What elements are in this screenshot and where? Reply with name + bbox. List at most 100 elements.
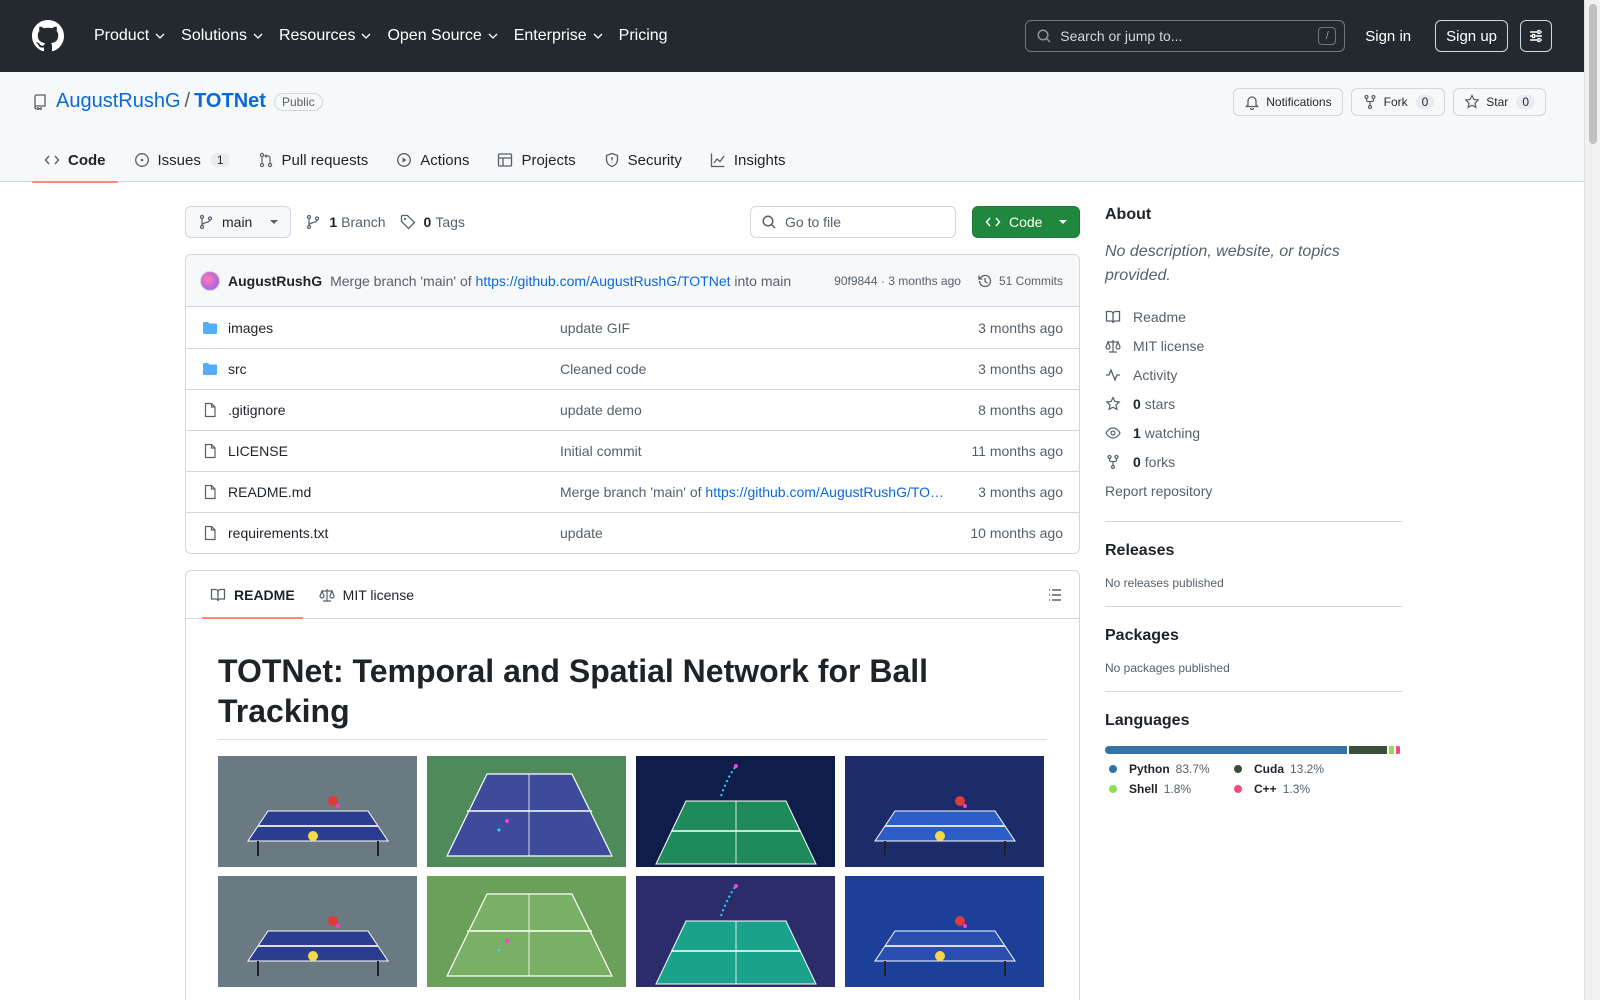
avatar[interactable] bbox=[200, 270, 220, 291]
file-commit-message[interactable]: Merge branch 'main' of bbox=[560, 484, 702, 500]
commits-history-link[interactable]: 51 Commits bbox=[977, 273, 1063, 289]
demo-gif-table-tennis[interactable] bbox=[845, 756, 1044, 867]
commit-message-link[interactable]: https://github.com/AugustRushG/TOTNet bbox=[476, 273, 731, 289]
about-item-forks[interactable]: 0 forks bbox=[1105, 447, 1402, 476]
repo-name-link[interactable]: TOTNet bbox=[194, 90, 266, 113]
about-item-stars[interactable]: 0 stars bbox=[1105, 389, 1402, 418]
language-name: C++ bbox=[1254, 782, 1277, 796]
demo-gif-badminton[interactable] bbox=[636, 876, 835, 987]
language-item[interactable]: Python 83.7% bbox=[1105, 762, 1230, 776]
file-commit-message[interactable]: Cleaned code bbox=[560, 361, 646, 377]
file-icon bbox=[204, 402, 216, 418]
github-logo-icon[interactable] bbox=[32, 20, 64, 52]
tab-issues[interactable]: Issues 1 bbox=[122, 138, 242, 182]
list-outline-icon[interactable] bbox=[1047, 587, 1063, 603]
tab-readme[interactable]: README bbox=[202, 571, 303, 619]
nav-pricing[interactable]: Pricing bbox=[611, 20, 676, 52]
scrollbar-thumb[interactable] bbox=[1589, 4, 1597, 144]
file-name-link[interactable]: .gitignore bbox=[228, 402, 560, 418]
tab-insights[interactable]: Insights bbox=[698, 138, 798, 182]
file-row[interactable]: images update GIF 3 months ago bbox=[186, 307, 1079, 348]
file-row[interactable]: .gitignore update demo 8 months ago bbox=[186, 389, 1079, 430]
nav-resources[interactable]: Resources bbox=[271, 20, 379, 52]
file-row[interactable]: requirements.txt update 10 months ago bbox=[186, 512, 1079, 553]
packages-heading[interactable]: Packages bbox=[1105, 627, 1402, 645]
language-item[interactable]: Cuda 13.2% bbox=[1230, 762, 1355, 776]
file-row[interactable]: src Cleaned code 3 months ago bbox=[186, 348, 1079, 389]
repo-owner-link[interactable]: AugustRushG bbox=[56, 90, 181, 113]
tab-license[interactable]: MIT license bbox=[311, 571, 422, 618]
nav-product[interactable]: Product bbox=[86, 20, 173, 52]
code-download-button[interactable]: Code bbox=[972, 206, 1080, 238]
bell-icon bbox=[1245, 96, 1260, 110]
menu-button[interactable] bbox=[1520, 20, 1552, 52]
demo-gif-tennis[interactable] bbox=[427, 876, 626, 987]
demo-gif-badminton[interactable] bbox=[636, 756, 835, 867]
nav-enterprise[interactable]: Enterprise bbox=[506, 20, 611, 52]
global-search-input[interactable]: Search or jump to... / bbox=[1025, 20, 1346, 52]
about-item-readme[interactable]: Readme bbox=[1105, 302, 1402, 331]
sign-in-link[interactable]: Sign in bbox=[1365, 28, 1411, 45]
code-button-label: Code bbox=[1009, 214, 1043, 230]
file-commit-message[interactable]: update GIF bbox=[560, 320, 630, 336]
eye-icon bbox=[1105, 426, 1121, 439]
tab-label: Insights bbox=[733, 151, 786, 169]
sign-up-button[interactable]: Sign up bbox=[1435, 20, 1508, 52]
graph-icon bbox=[710, 153, 725, 168]
notifications-button[interactable]: Notifications bbox=[1233, 88, 1343, 116]
readme-title: TOTNet: Temporal and Spatial Network for… bbox=[218, 651, 1047, 740]
tab-projects[interactable]: Projects bbox=[485, 138, 587, 182]
commit-author-link[interactable]: AugustRushG bbox=[228, 273, 322, 289]
file-icon bbox=[204, 525, 216, 541]
language-item[interactable]: Shell 1.8% bbox=[1105, 782, 1230, 796]
demo-gif-table-tennis[interactable] bbox=[218, 876, 417, 987]
fork-icon bbox=[1107, 454, 1119, 469]
tab-security[interactable]: Security bbox=[592, 138, 694, 182]
file-name-link[interactable]: README.md bbox=[228, 484, 560, 500]
repo-separator: / bbox=[184, 90, 191, 112]
tab-pull-requests[interactable]: Pull requests bbox=[246, 138, 381, 182]
releases-heading[interactable]: Releases bbox=[1105, 542, 1402, 560]
file-name-link[interactable]: images bbox=[228, 320, 560, 336]
demo-gif-tennis[interactable] bbox=[427, 756, 626, 867]
go-to-file-placeholder: Go to file bbox=[785, 214, 842, 230]
about-item-mit-license[interactable]: MIT license bbox=[1105, 331, 1402, 360]
language-item[interactable]: C++ 1.3% bbox=[1230, 782, 1355, 796]
file-commit-link[interactable]: https://github.com/AugustRushG/TO… bbox=[705, 484, 944, 500]
branches-link[interactable]: 1 Branch bbox=[305, 214, 386, 230]
tags-link[interactable]: 0 Tags bbox=[400, 214, 465, 230]
commit-message[interactable]: Merge branch 'main' of https://github.co… bbox=[330, 273, 791, 289]
branch-label: Branch bbox=[341, 214, 386, 230]
star-button[interactable]: Star 0 bbox=[1453, 88, 1546, 116]
report-repository-link[interactable]: Report repository bbox=[1105, 476, 1402, 505]
about-item-watching[interactable]: 1 watching bbox=[1105, 418, 1402, 447]
page-scrollbar[interactable] bbox=[1584, 0, 1600, 1000]
star-label: Star bbox=[1486, 95, 1509, 109]
file-commit-message[interactable]: Initial commit bbox=[560, 443, 642, 459]
about-item-activity[interactable]: Activity bbox=[1105, 360, 1402, 389]
branch-count: 1 bbox=[329, 214, 338, 230]
tab-label: Issues bbox=[157, 151, 201, 169]
fork-button[interactable]: Fork 0 bbox=[1350, 88, 1446, 116]
demo-gif-table-tennis[interactable] bbox=[845, 876, 1044, 987]
file-name-link[interactable]: requirements.txt bbox=[228, 525, 560, 541]
code-icon bbox=[44, 155, 60, 165]
file-commit-message[interactable]: update demo bbox=[560, 402, 642, 418]
go-to-file-input[interactable]: Go to file bbox=[750, 206, 956, 238]
file-name-link[interactable]: src bbox=[228, 361, 560, 377]
caret-down-icon bbox=[270, 220, 279, 224]
tab-actions[interactable]: Actions bbox=[384, 138, 481, 182]
tab-label: Code bbox=[68, 151, 106, 169]
file-commit-message[interactable]: update bbox=[560, 525, 603, 541]
commit-time: 3 months ago bbox=[888, 273, 961, 288]
demo-gif-table-tennis[interactable] bbox=[218, 756, 417, 867]
branch-selector[interactable]: main bbox=[185, 206, 292, 238]
tab-code[interactable]: Code bbox=[32, 138, 118, 183]
file-name-link[interactable]: LICENSE bbox=[228, 443, 560, 459]
file-row[interactable]: LICENSE Initial commit 11 months ago bbox=[186, 430, 1079, 471]
nav-solutions[interactable]: Solutions bbox=[173, 20, 271, 52]
nav-open-source[interactable]: Open Source bbox=[379, 20, 505, 52]
language-color-dot bbox=[1109, 765, 1117, 773]
commit-hash[interactable]: 90f9844 bbox=[834, 274, 877, 288]
file-row[interactable]: README.md Merge branch 'main' of https://… bbox=[186, 471, 1079, 512]
